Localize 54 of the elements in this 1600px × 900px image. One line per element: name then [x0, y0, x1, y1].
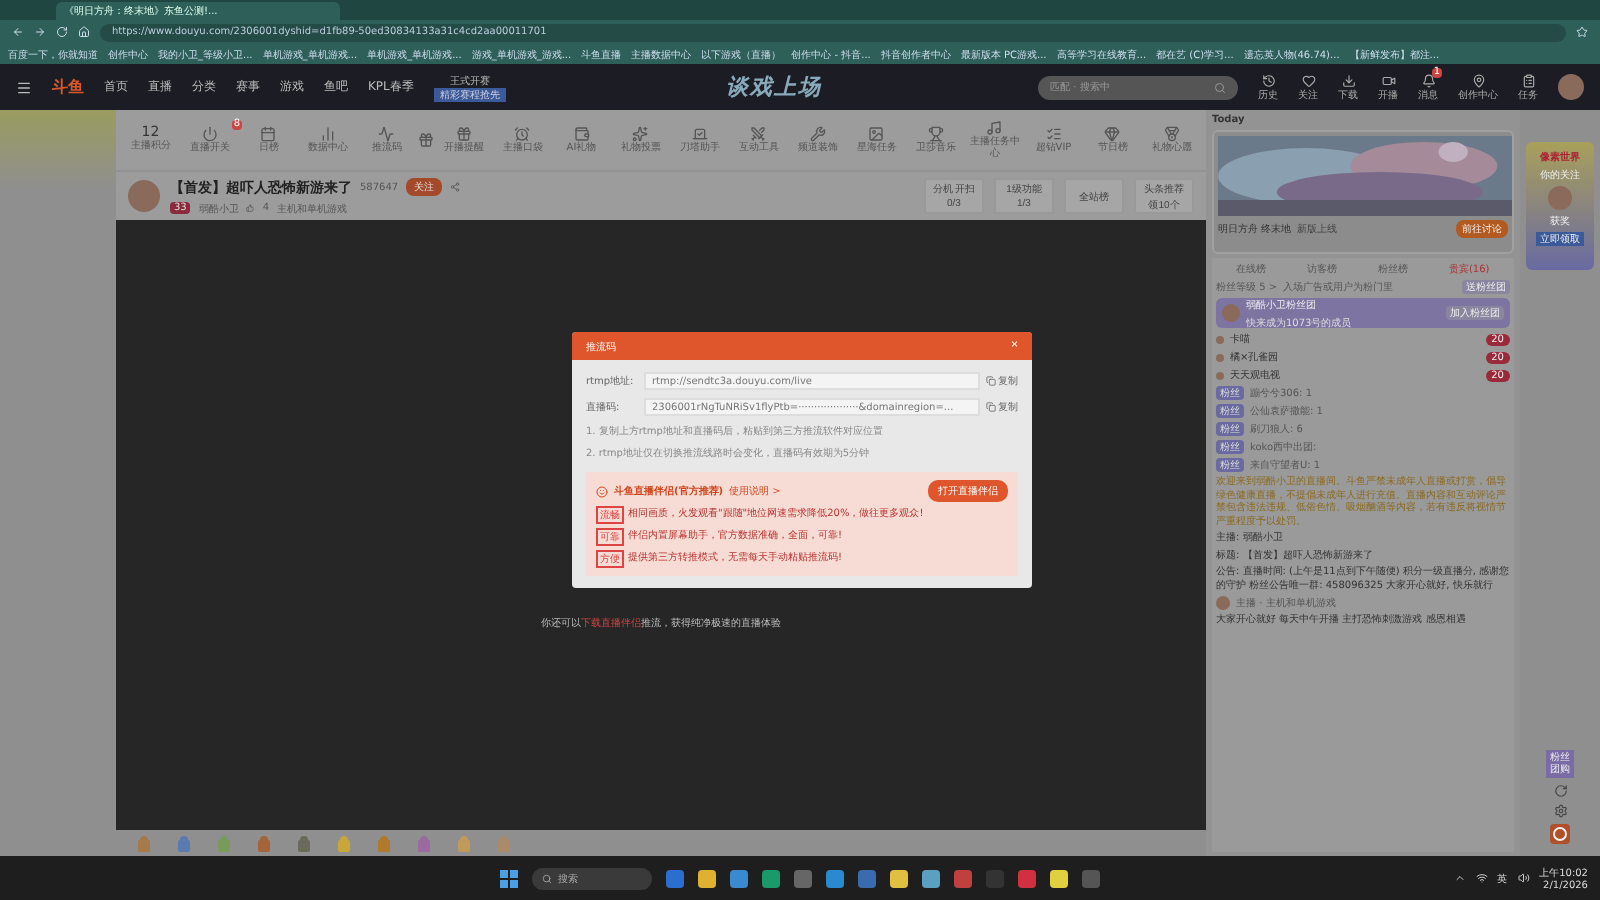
streamer-avatar	[1216, 596, 1230, 610]
user-avatar	[1216, 371, 1224, 379]
start-icon[interactable]	[500, 869, 518, 887]
refresh-icon[interactable]	[1553, 784, 1567, 798]
home-icon[interactable]	[78, 26, 90, 38]
gift-icon[interactable]	[417, 132, 433, 148]
wifi-icon[interactable]	[1475, 872, 1488, 884]
user-avatar[interactable]	[1558, 74, 1584, 100]
menu-icon[interactable]	[16, 79, 32, 95]
like-icon	[246, 204, 255, 212]
music-icon	[986, 120, 1003, 136]
search-icon	[542, 873, 552, 883]
event-title: 谈戏上场	[725, 72, 822, 102]
gift-icon	[455, 125, 472, 142]
power-icon	[201, 125, 218, 142]
bell-icon	[1421, 73, 1435, 87]
wrench-icon	[809, 125, 826, 142]
volume-icon[interactable]	[1517, 872, 1530, 884]
reload-icon[interactable]	[56, 26, 68, 38]
download-icon	[1341, 73, 1355, 87]
user-avatar	[1216, 353, 1224, 361]
sparkles-icon	[632, 125, 649, 142]
swords-icon	[750, 125, 767, 142]
chart-icon	[319, 125, 336, 142]
pulse-icon	[378, 125, 395, 142]
settings-icon[interactable]	[1553, 804, 1567, 818]
user-avatar	[1548, 186, 1572, 210]
share-icon[interactable]	[450, 182, 461, 192]
video-icon	[1381, 73, 1395, 87]
alarm-clock-icon	[514, 125, 531, 142]
history-icon	[1261, 73, 1275, 87]
copy-icon	[986, 376, 996, 386]
trophy-icon	[927, 125, 944, 142]
user-avatar	[1216, 335, 1224, 343]
tray-icon[interactable]	[1453, 872, 1466, 884]
checklist-icon	[1045, 125, 1062, 142]
search-icon[interactable]	[1214, 81, 1226, 93]
diamond-icon	[1104, 125, 1121, 142]
clipboard-icon	[1521, 73, 1535, 87]
calendar-icon	[260, 125, 277, 142]
mascot-icon	[596, 485, 608, 497]
back-icon[interactable]	[12, 26, 24, 38]
site-logo[interactable]: 斗鱼	[52, 76, 84, 98]
copy-icon	[986, 402, 996, 412]
heart-icon	[1301, 73, 1315, 87]
streamer-avatar	[128, 180, 160, 212]
ballot-icon	[691, 125, 708, 142]
gift-icon[interactable]	[296, 835, 312, 851]
wallet-icon	[573, 125, 590, 142]
pin-icon	[1471, 73, 1485, 87]
image-icon	[868, 125, 885, 142]
medal-icon	[1163, 125, 1180, 142]
forward-icon[interactable]	[34, 26, 46, 38]
star-icon[interactable]	[1576, 26, 1588, 38]
